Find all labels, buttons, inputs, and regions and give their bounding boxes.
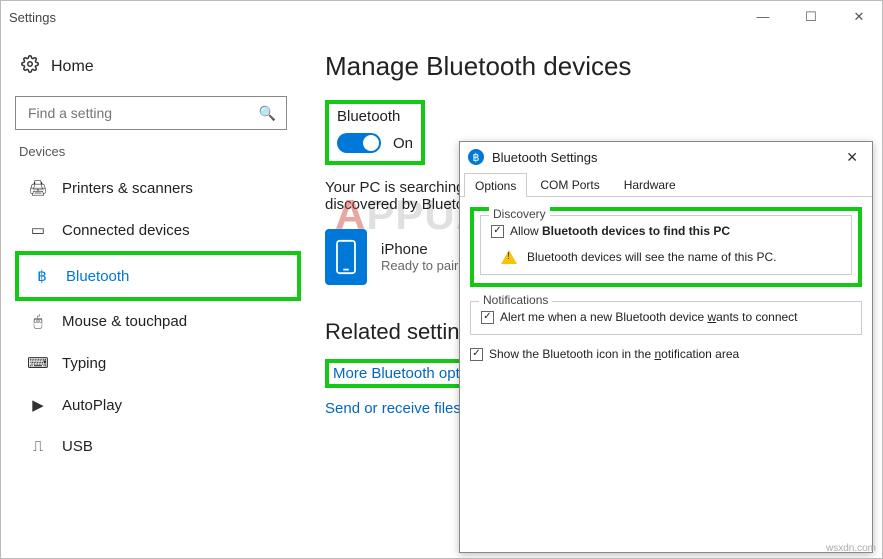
dialog-close-button[interactable]: ✕ bbox=[840, 147, 864, 168]
nav-bluetooth-label: Bluetooth bbox=[66, 268, 129, 285]
nav-autoplay[interactable]: ▶ AutoPlay bbox=[15, 384, 301, 426]
home-label: Home bbox=[51, 58, 94, 76]
devices-section-label: Devices bbox=[19, 144, 301, 159]
keyboard-icon: ⌨ bbox=[28, 354, 48, 372]
show-icon-row[interactable]: Show the Bluetooth icon in the notificat… bbox=[470, 347, 862, 361]
nav-typing[interactable]: ⌨ Typing bbox=[15, 342, 301, 384]
alert-label: Alert me when a new Bluetooth device wan… bbox=[500, 310, 798, 324]
nav-mouse[interactable]: 🖱 Mouse & touchpad bbox=[15, 301, 301, 342]
close-button[interactable]: ✕ bbox=[844, 9, 874, 25]
search-input[interactable] bbox=[26, 104, 259, 122]
dialog-title: Bluetooth Settings bbox=[492, 150, 598, 165]
discovery-warning-text: Bluetooth devices will see the name of t… bbox=[527, 250, 776, 264]
discovery-warning: Bluetooth devices will see the name of t… bbox=[491, 250, 841, 264]
discovery-legend: Discovery bbox=[489, 207, 550, 221]
bluetooth-icon: ฿ bbox=[32, 267, 52, 285]
printer-icon: 🖨 bbox=[28, 179, 48, 197]
mouse-icon: 🖱 bbox=[28, 313, 48, 330]
maximize-button[interactable]: ☐ bbox=[796, 9, 826, 25]
settings-window: Settings — ☐ ✕ Home 🔍 Devices 🖨 Printer bbox=[0, 0, 883, 559]
highlight-discovery-group: Discovery Allow Bluetooth devices to fin… bbox=[470, 207, 862, 287]
warning-icon bbox=[501, 250, 517, 264]
nav-mouse-label: Mouse & touchpad bbox=[62, 313, 187, 330]
notifications-group: Notifications Alert me when a new Blueto… bbox=[470, 301, 862, 335]
bluetooth-state: On bbox=[393, 135, 413, 152]
bluetooth-settings-dialog: ฿ Bluetooth Settings ✕ Options COM Ports… bbox=[459, 141, 873, 553]
home-nav[interactable]: Home bbox=[15, 45, 301, 88]
alert-checkbox[interactable] bbox=[481, 311, 494, 324]
nav-bluetooth[interactable]: ฿ Bluetooth bbox=[19, 255, 297, 297]
notifications-legend: Notifications bbox=[479, 293, 552, 307]
minimize-button[interactable]: — bbox=[748, 9, 778, 25]
connected-devices-icon: ▭ bbox=[28, 221, 48, 239]
nav-printers-label: Printers & scanners bbox=[62, 180, 193, 197]
nav-autoplay-label: AutoPlay bbox=[62, 397, 122, 414]
discovery-group: Discovery Allow Bluetooth devices to fin… bbox=[480, 215, 852, 275]
allow-discovery-row[interactable]: Allow Bluetooth devices to find this PC bbox=[491, 224, 841, 238]
gear-icon bbox=[21, 55, 39, 78]
tab-hardware[interactable]: Hardware bbox=[613, 172, 687, 196]
nav-typing-label: Typing bbox=[62, 355, 106, 372]
titlebar: Settings — ☐ ✕ bbox=[1, 1, 882, 33]
window-controls: — ☐ ✕ bbox=[748, 9, 874, 25]
nav-usb[interactable]: ⎍ USB bbox=[15, 426, 301, 467]
dialog-titlebar: ฿ Bluetooth Settings ✕ bbox=[460, 142, 872, 172]
device-name: iPhone bbox=[381, 241, 458, 258]
alert-row[interactable]: Alert me when a new Bluetooth device wan… bbox=[481, 310, 851, 324]
search-icon: 🔍 bbox=[259, 105, 276, 122]
bluetooth-toggle-label: Bluetooth bbox=[337, 108, 413, 125]
show-icon-label: Show the Bluetooth icon in the notificat… bbox=[489, 347, 739, 361]
dialog-tabs: Options COM Ports Hardware bbox=[460, 172, 872, 197]
device-status: Ready to pair bbox=[381, 258, 458, 273]
allow-discovery-label: Allow Bluetooth devices to find this PC bbox=[510, 224, 730, 238]
search-box[interactable]: 🔍 bbox=[15, 96, 287, 130]
nav-connected-devices[interactable]: ▭ Connected devices bbox=[15, 209, 301, 251]
corner-watermark: wsxdn.com bbox=[826, 543, 876, 554]
highlight-bt-toggle: Bluetooth On bbox=[325, 100, 425, 165]
phone-icon bbox=[325, 229, 367, 285]
autoplay-icon: ▶ bbox=[28, 396, 48, 414]
window-title: Settings bbox=[9, 10, 748, 25]
dialog-body: Discovery Allow Bluetooth devices to fin… bbox=[460, 197, 872, 552]
show-icon-checkbox[interactable] bbox=[470, 348, 483, 361]
sidebar: Home 🔍 Devices 🖨 Printers & scanners ▭ C… bbox=[1, 33, 301, 558]
nav-connected-label: Connected devices bbox=[62, 222, 190, 239]
bluetooth-glyph-icon: ฿ bbox=[468, 149, 484, 165]
usb-icon: ⎍ bbox=[28, 438, 48, 455]
tab-com-ports[interactable]: COM Ports bbox=[529, 172, 610, 196]
page-title: Manage Bluetooth devices bbox=[325, 51, 858, 82]
allow-discovery-checkbox[interactable] bbox=[491, 225, 504, 238]
nav-usb-label: USB bbox=[62, 438, 93, 455]
nav-printers[interactable]: 🖨 Printers & scanners bbox=[15, 167, 301, 209]
bluetooth-toggle[interactable] bbox=[337, 133, 381, 153]
tab-options[interactable]: Options bbox=[464, 173, 527, 197]
highlight-bluetooth-nav: ฿ Bluetooth bbox=[15, 251, 301, 301]
